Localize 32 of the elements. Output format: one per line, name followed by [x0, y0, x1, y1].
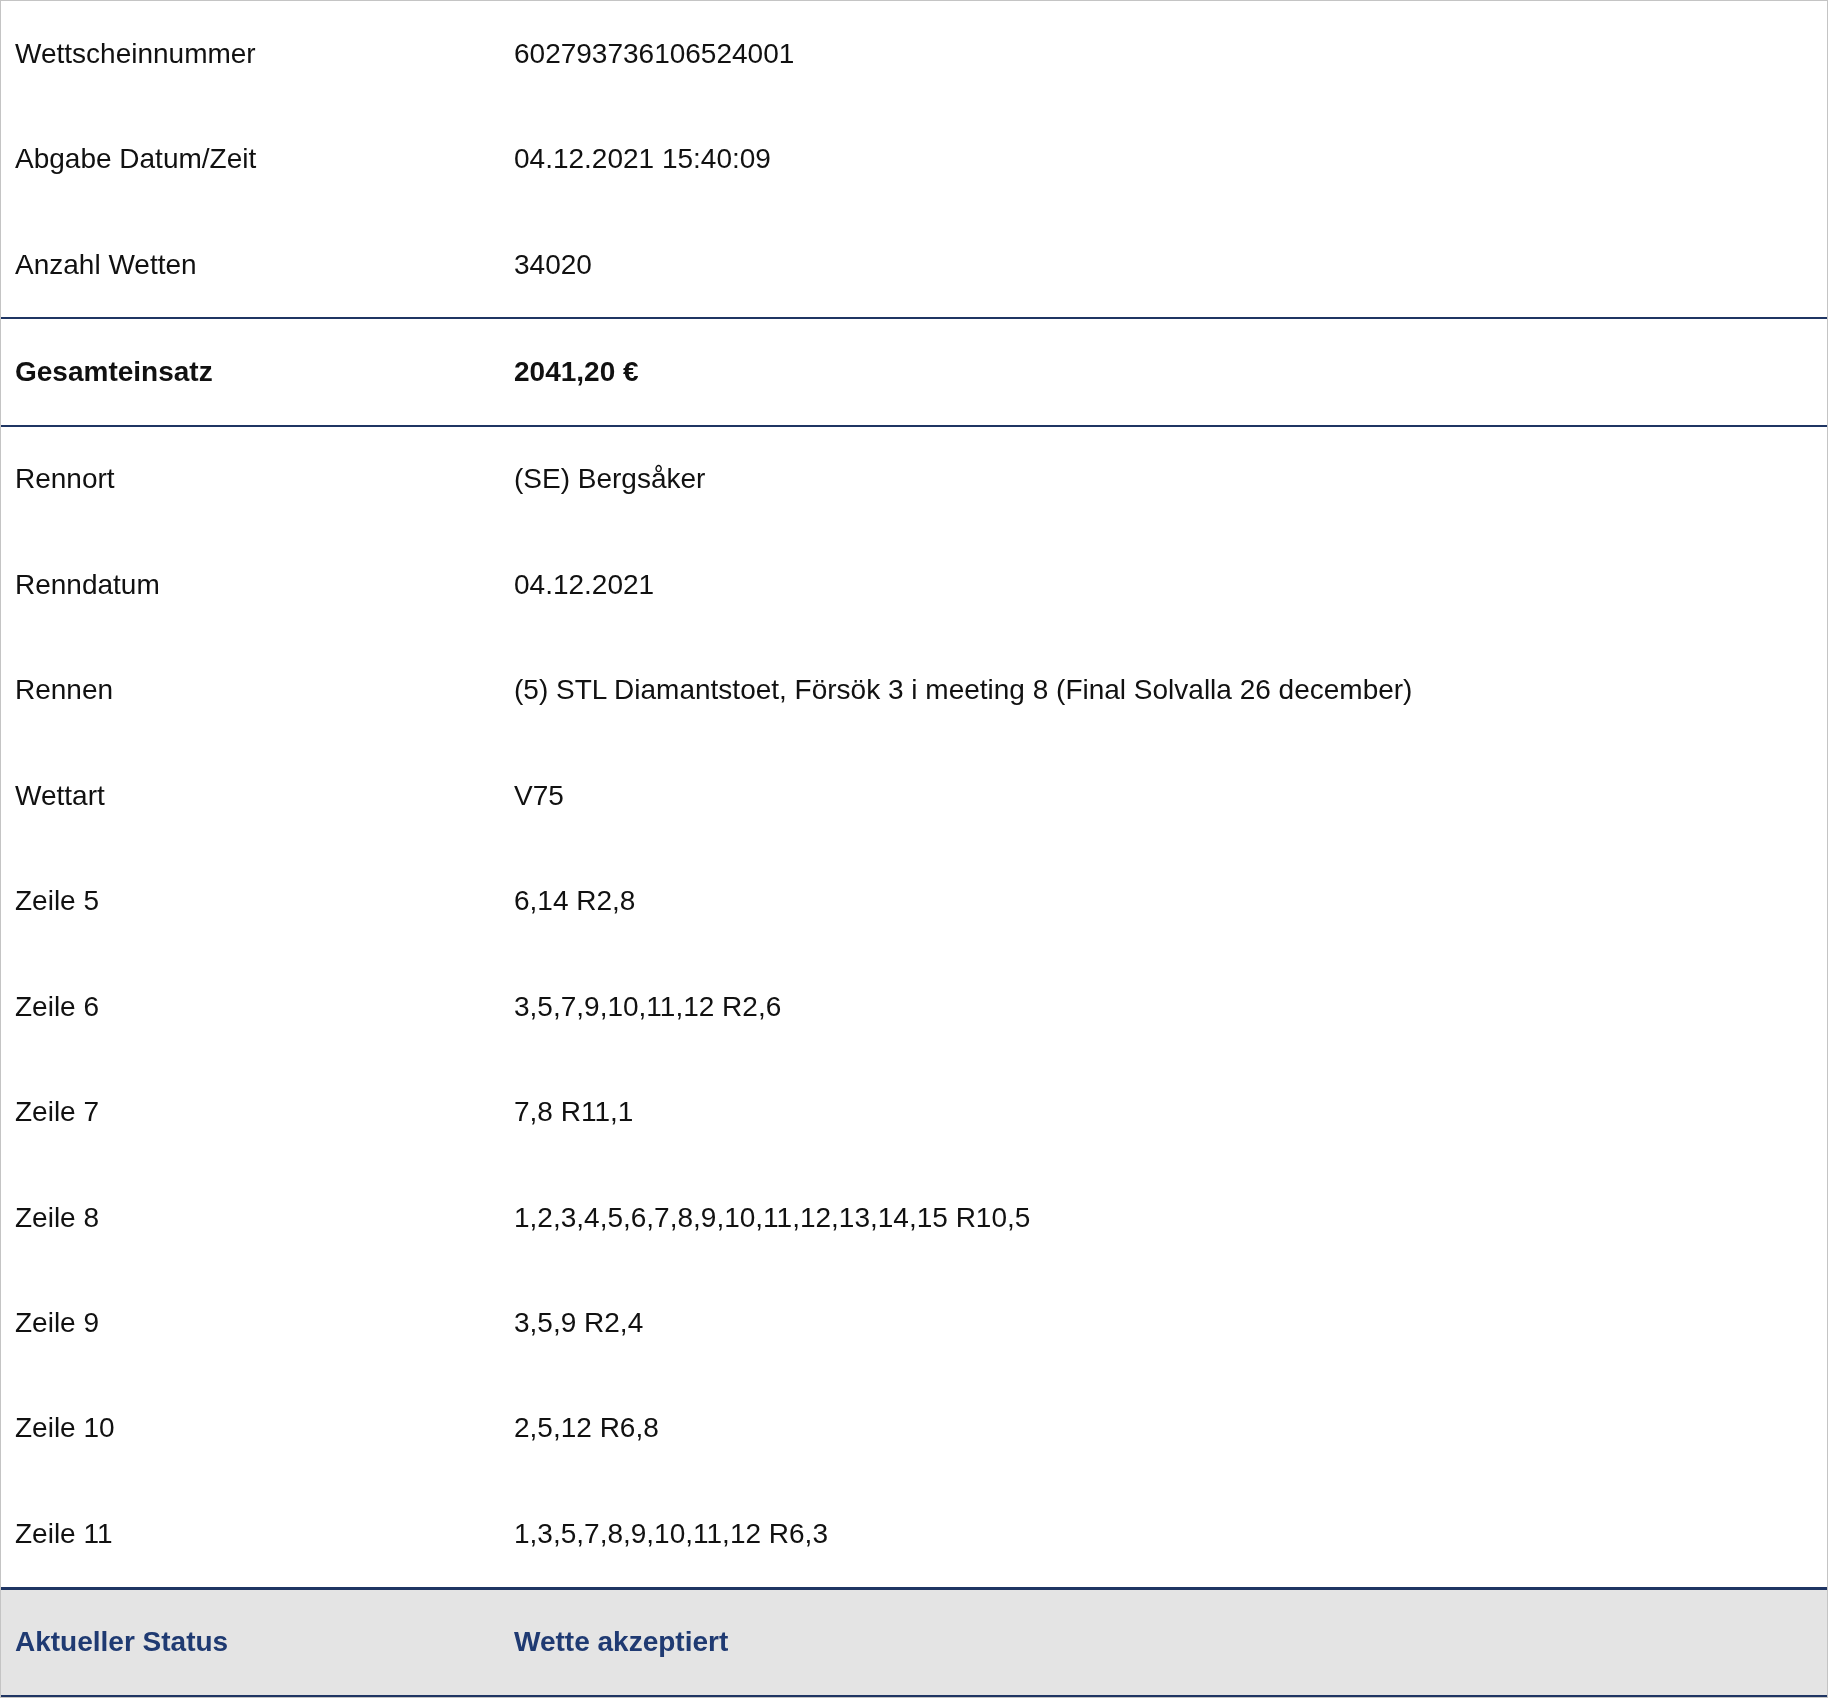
row-label: Wettart [14, 779, 106, 812]
row-value: 602793736106524001 [514, 37, 796, 70]
row-value: V75 [514, 779, 565, 812]
row-label: Zeile 10 [14, 1412, 116, 1445]
row-value: 2041,20 € [514, 356, 640, 389]
row-label: Aktueller Status [14, 1626, 230, 1659]
row-value: 04.12.2021 [514, 568, 656, 601]
row-value: 1,2,3,4,5,6,7,8,9,10,11,12,13,14,15 R10,5 [514, 1201, 1032, 1234]
row-value: (5) STL Diamantstoet, Försök 3 i meeting 8 (Final Solvalla 26 december) [514, 674, 1414, 707]
row-label: Zeile 6 [14, 990, 101, 1023]
row-label: Rennort [14, 463, 116, 496]
row-value: 04.12.2021 15:40:09 [514, 143, 772, 176]
row-value: 6,14 R2,8 [514, 885, 637, 918]
row-value: 1,3,5,7,8,9,10,11,12 R6,3 [514, 1517, 829, 1550]
row-value: 3,5,7,9,10,11,12 R2,6 [514, 990, 783, 1023]
row-value: 3,5,9 R2,4 [514, 1306, 645, 1339]
row-value: 34020 [514, 248, 593, 281]
row-label: Renndatum [14, 568, 161, 601]
row-value: 2,5,12 R6,8 [514, 1412, 660, 1445]
row-label: Zeile 11 [14, 1517, 114, 1550]
row-label: Zeile 8 [14, 1201, 101, 1234]
row-label: Rennen [14, 674, 115, 707]
row-label: Wettscheinnummer [14, 37, 257, 70]
row-value: Wette akzeptiert [514, 1626, 730, 1659]
row-label: Zeile 9 [14, 1306, 101, 1339]
row-value: 7,8 R11,1 [514, 1096, 635, 1129]
row-label: Abgabe Datum/Zeit [14, 143, 258, 176]
row-label: Gesamteinsatz [14, 356, 214, 389]
row-label: Zeile 7 [14, 1096, 101, 1129]
row-label: Anzahl Wetten [14, 248, 198, 281]
row-value: (SE) Bergsåker [514, 463, 707, 496]
row-label: Zeile 5 [14, 885, 101, 918]
